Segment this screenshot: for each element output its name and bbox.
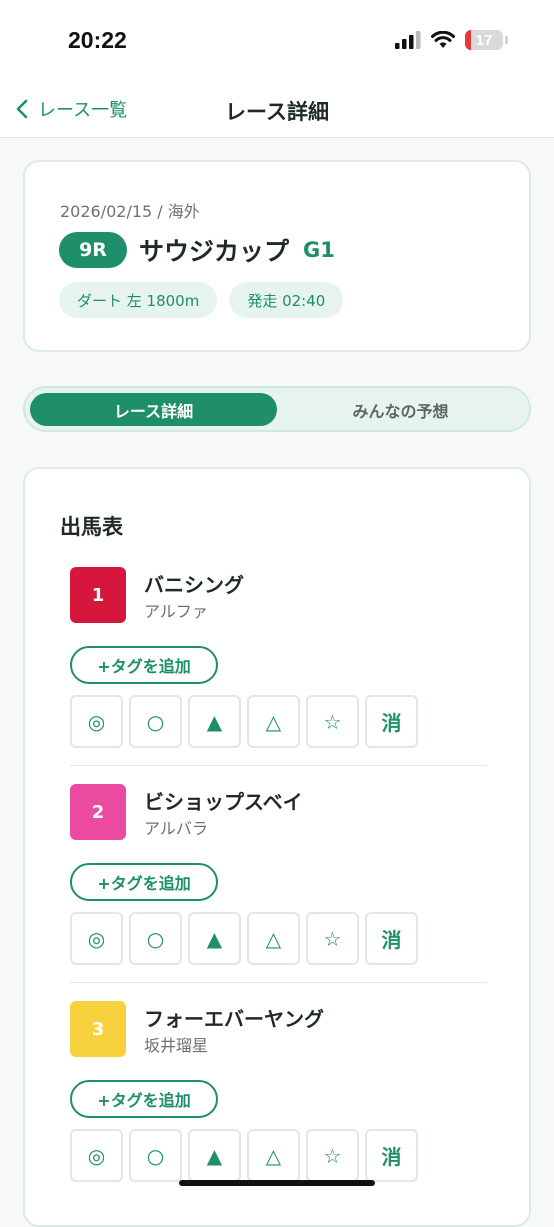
row-divider [70,765,486,766]
race-name: サウジカップ [139,237,290,266]
mark-filled-triangle-button[interactable]: ▲ [188,695,241,748]
entries-title: 出馬表 [60,515,123,539]
race-summary-card: 2026/02/15 / 海外 9R サウジカップ G1 ダート 左 1800m… [23,160,531,352]
course-chip: ダート 左 1800m [59,282,218,318]
battery-level [465,30,471,50]
horse-number-badge: 1 [70,567,126,623]
mark-double-circle-button[interactable]: ◎ [70,695,123,748]
mark-double-circle-button[interactable]: ◎ [70,912,123,965]
tab-race-detail[interactable]: レース詳細 [30,393,277,426]
mark-double-circle-button[interactable]: ◎ [70,1129,123,1182]
jockey-name: アルバラ [144,819,208,838]
horse-number-badge: 2 [70,784,126,840]
jockey-name: アルファ [144,602,208,621]
page-title: レース詳細 [225,100,329,124]
battery-percent: 17 [475,31,493,49]
horse-name: ビショップスベイ [144,790,303,814]
entries-card: 出馬表 1 バニシング アルファ +タグを追加 ◎ ○ ▲ △ ☆ 消 2 ビシ… [23,467,531,1227]
race-info-chips: ダート 左 1800m 発走 02:40 [59,282,344,318]
mark-circle-button[interactable]: ○ [129,1129,182,1182]
mark-erase-button[interactable]: 消 [365,1129,418,1182]
mark-circle-button[interactable]: ○ [129,695,182,748]
status-time: 20:22 [68,27,127,53]
mark-buttons: ◎ ○ ▲ △ ☆ 消 [70,695,418,748]
mark-circle-button[interactable]: ○ [129,912,182,965]
add-tag-button[interactable]: +タグを追加 [70,646,218,684]
mark-star-button[interactable]: ☆ [306,912,359,965]
mark-filled-triangle-button[interactable]: ▲ [188,912,241,965]
mark-erase-button[interactable]: 消 [365,695,418,748]
home-indicator [179,1180,375,1186]
mark-buttons: ◎ ○ ▲ △ ☆ 消 [70,1129,418,1182]
battery-nub [505,36,508,44]
mark-erase-button[interactable]: 消 [365,912,418,965]
add-tag-button[interactable]: +タグを追加 [70,1080,218,1118]
mark-triangle-button[interactable]: △ [247,695,300,748]
start-time-chip: 発走 02:40 [229,282,344,318]
horse-number-badge: 3 [70,1001,126,1057]
mark-star-button[interactable]: ☆ [306,695,359,748]
add-tag-button[interactable]: +タグを追加 [70,863,218,901]
jockey-name: 坂井瑠星 [144,1036,209,1055]
mark-triangle-button[interactable]: △ [247,1129,300,1182]
horse-name: フォーエバーヤング [144,1007,324,1031]
horse-row: 2 ビショップスベイ アルバラ +タグを追加 ◎ ○ ▲ △ ☆ 消 [70,784,486,1000]
horse-row: 1 バニシング アルファ +タグを追加 ◎ ○ ▲ △ ☆ 消 [70,567,486,783]
mark-filled-triangle-button[interactable]: ▲ [188,1129,241,1182]
tab-predictions[interactable]: みんなの予想 [277,393,524,426]
status-bar: 20:22 17 [0,0,554,80]
wifi-icon [431,31,455,48]
horse-name: バニシング [144,573,244,597]
row-divider [70,982,486,983]
cellular-signal-icon [395,31,421,49]
mark-star-button[interactable]: ☆ [306,1129,359,1182]
mark-triangle-button[interactable]: △ [247,912,300,965]
battery-icon: 17 [465,30,503,50]
mark-buttons: ◎ ○ ▲ △ ☆ 消 [70,912,418,965]
view-segmented-control: レース詳細 みんなの予想 [23,386,531,432]
status-icons: 17 [395,30,508,50]
nav-bar: レース一覧 レース詳細 [0,80,554,138]
race-header: 9R サウジカップ G1 [59,232,335,268]
race-grade: G1 [303,238,335,262]
race-number-badge: 9R [59,232,127,268]
race-date: 2026/02/15 / 海外 [60,202,200,221]
